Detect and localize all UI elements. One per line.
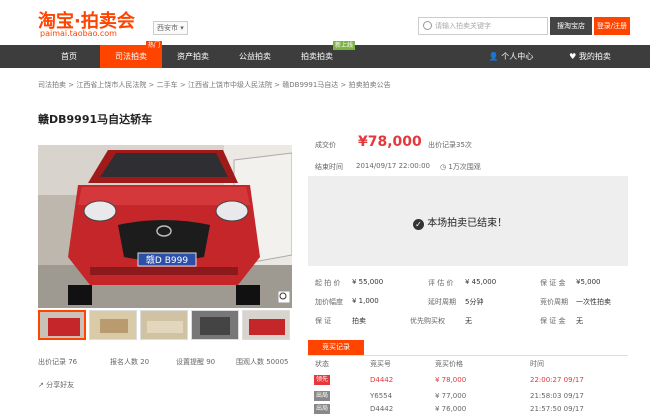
deal-price-label: 成交价 bbox=[315, 141, 336, 149]
thumbnail-1[interactable] bbox=[38, 310, 86, 340]
new-badge: 新上线 bbox=[333, 41, 356, 50]
main-nav: 首页 司法拍卖 热门 资产拍卖 公益拍卖 拍卖拍卖 新上线 👤 个人中心 ♥ 我… bbox=[0, 41, 650, 68]
nav-user-center[interactable]: 👤 个人中心 bbox=[476, 45, 546, 68]
nav-user-center-label: 个人中心 bbox=[501, 52, 534, 61]
status-badge-lead: 领先 bbox=[314, 375, 330, 385]
stat-reminders: 设置提醒 90 bbox=[176, 358, 216, 366]
share-link[interactable]: ↗ 分享好友 bbox=[38, 380, 74, 390]
divider bbox=[308, 355, 628, 356]
stat-viewers: 围观人数 50005 bbox=[236, 358, 289, 366]
bid-count[interactable]: 出价记录35次 bbox=[428, 140, 472, 150]
nav-assets[interactable]: 资产拍卖 bbox=[162, 45, 224, 68]
deal-price: ¥78,000 bbox=[358, 134, 422, 150]
main-product-image[interactable]: 赣D B999 bbox=[38, 145, 292, 308]
license-plate: 赣D B999 bbox=[146, 254, 188, 266]
search-icon bbox=[423, 21, 432, 30]
col-header-price: 竞买价格 bbox=[435, 360, 463, 368]
table-row-price: ¥ 76,000 bbox=[435, 405, 467, 413]
auction-ended-text: 本场拍卖已结束！ bbox=[427, 218, 508, 229]
views-text: 1万次围观 bbox=[448, 163, 481, 171]
search-input[interactable]: 请输入拍卖关键字 bbox=[418, 17, 548, 35]
stat-bids: 出价记录 76 bbox=[38, 358, 78, 366]
detail-label: 起 拍 价 bbox=[315, 279, 341, 287]
col-header-bidder: 竞买号 bbox=[370, 360, 391, 368]
col-header-status: 状态 bbox=[315, 360, 329, 368]
clock-icon: ◷ bbox=[440, 163, 447, 171]
detail-value: ¥ 1,000 bbox=[352, 297, 379, 305]
detail-value: 拍卖 bbox=[352, 317, 366, 325]
status-badge-out: 出局 bbox=[314, 404, 330, 414]
detail-value: 无 bbox=[465, 317, 472, 325]
detail-value: 5分钟 bbox=[465, 298, 484, 306]
table-row-time: 21:58:03 09/17 bbox=[530, 392, 584, 400]
check-circle-icon: ✓ bbox=[413, 219, 424, 230]
hot-badge: 热门 bbox=[146, 41, 163, 50]
search-placeholder: 请输入拍卖关键字 bbox=[435, 22, 491, 30]
site-header: 淘宝·拍卖会 paimai.taobao.com 西安市 ▾ 请输入拍卖关键字 … bbox=[0, 0, 650, 45]
end-time: 2014/09/17 22:00:00 bbox=[356, 162, 431, 170]
share-label: 分享好友 bbox=[46, 381, 75, 389]
table-row-price: ¥ 78,000 bbox=[435, 376, 467, 384]
detail-value: ¥ 55,000 bbox=[352, 278, 384, 286]
car-photo: 赣D B999 bbox=[38, 145, 292, 308]
thumbnail-3[interactable] bbox=[140, 310, 188, 340]
table-row-time: 21:57:50 09/17 bbox=[530, 405, 584, 413]
table-row-time: 22:00:27 09/17 bbox=[530, 376, 584, 384]
detail-label: 延时周期 bbox=[428, 298, 456, 306]
page-title: 赣DB9991马自达轿车 bbox=[38, 113, 153, 126]
detail-label: 竞价周期 bbox=[540, 298, 568, 306]
detail-label: 保 证 bbox=[315, 317, 332, 325]
login-button[interactable]: 登录/注册 bbox=[594, 17, 630, 35]
city-label: 西安市 bbox=[157, 24, 178, 32]
table-row-bidder: D4442 bbox=[370, 376, 394, 384]
auction-ended-message: ✓ 本场拍卖已结束！ bbox=[413, 214, 507, 230]
city-selector[interactable]: 西安市 ▾ bbox=[153, 21, 188, 35]
detail-label: 保 证 金 bbox=[540, 279, 566, 287]
table-row-bidder: Y6554 bbox=[370, 392, 393, 400]
user-icon: 👤 bbox=[488, 52, 499, 61]
detail-label: 加价幅度 bbox=[315, 298, 343, 306]
views-count: ◷ 1万次围观 bbox=[440, 162, 481, 172]
nav-my-auction[interactable]: ♥ 我的拍卖 bbox=[552, 45, 628, 68]
col-header-time: 时间 bbox=[530, 360, 544, 368]
site-domain: paimai.taobao.com bbox=[40, 29, 117, 38]
search-store-button[interactable]: 搜淘宝店 bbox=[550, 17, 592, 35]
detail-value: 一次性拍卖 bbox=[576, 298, 611, 306]
breadcrumb[interactable]: 司法拍卖 > 江西省上饶市人民法院 > 二手车 > 江西省上饶市中级人民法院 >… bbox=[38, 80, 391, 90]
detail-label: 保 证 金 bbox=[540, 317, 566, 325]
status-badge-out: 出局 bbox=[314, 391, 330, 401]
thumbnail-5[interactable] bbox=[242, 310, 290, 340]
heart-icon: ♥ bbox=[569, 52, 577, 61]
thumbnail-4[interactable] bbox=[191, 310, 239, 340]
table-row-bidder: D4442 bbox=[370, 405, 394, 413]
nav-my-auction-label: 我的拍卖 bbox=[578, 52, 611, 61]
nav-charity[interactable]: 公益拍卖 bbox=[224, 45, 286, 68]
thumbnail-2[interactable] bbox=[89, 310, 137, 340]
detail-label: 优先购买权 bbox=[410, 317, 445, 325]
end-time-label: 结束时间 bbox=[315, 163, 343, 171]
share-icon: ↗ bbox=[38, 381, 44, 389]
detail-value: 无 bbox=[576, 317, 583, 325]
stat-signups: 报名人数 20 bbox=[110, 358, 150, 366]
chevron-down-icon: ▾ bbox=[180, 24, 184, 32]
detail-label: 评 估 价 bbox=[428, 279, 454, 287]
nav-home[interactable]: 首页 bbox=[38, 45, 100, 68]
detail-value: ¥ 45,000 bbox=[465, 278, 497, 286]
tab-bid-record[interactable]: 竞买记录 bbox=[308, 340, 364, 355]
detail-value: ¥5,000 bbox=[576, 278, 601, 286]
table-row-price: ¥ 77,000 bbox=[435, 392, 467, 400]
